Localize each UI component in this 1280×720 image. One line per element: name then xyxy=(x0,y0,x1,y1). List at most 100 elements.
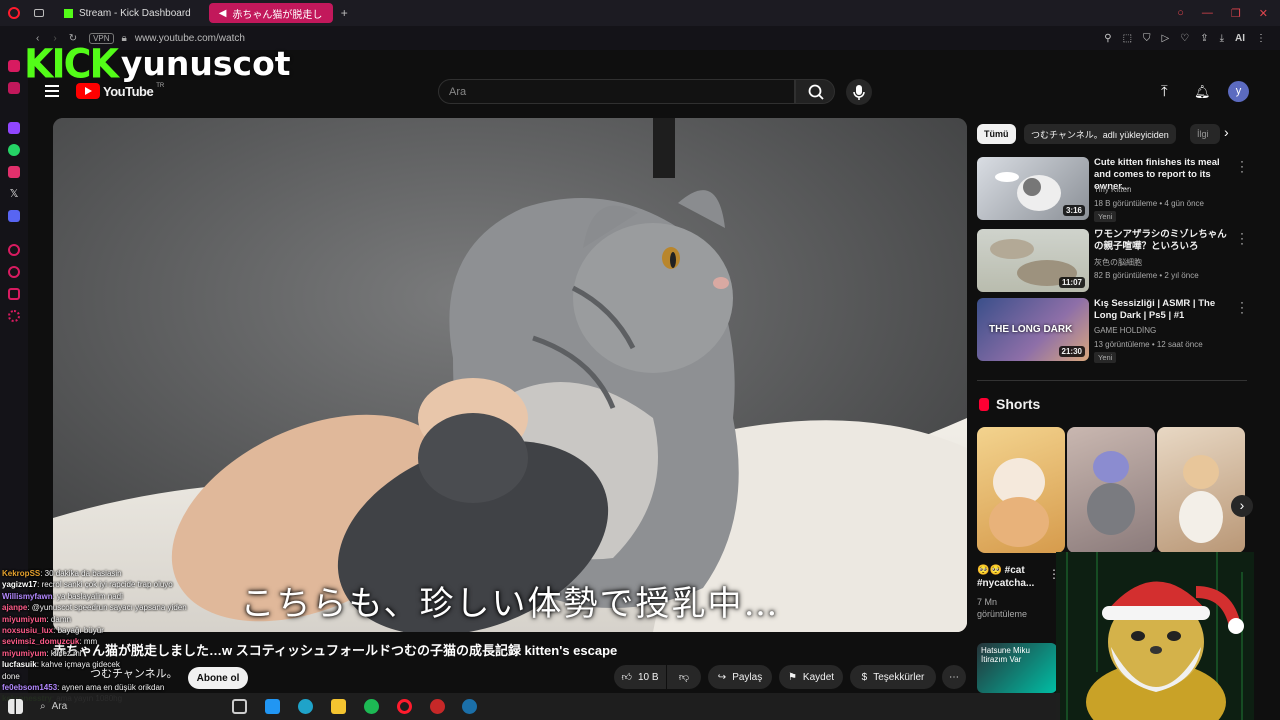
history-icon[interactable] xyxy=(8,266,20,278)
video-thumbnail[interactable]: 3:16 xyxy=(977,157,1089,220)
chat-username[interactable]: fe0ebsom1453 xyxy=(2,683,57,692)
snapshot-icon[interactable]: ⬚ xyxy=(1123,33,1132,44)
notifications-bell-icon[interactable]: 🔔︎ xyxy=(1194,84,1211,100)
discord-icon[interactable] xyxy=(8,210,20,222)
video-player[interactable]: こちらも、珍しい体勢で授乳中… xyxy=(53,118,967,632)
short-thumbnail[interactable] xyxy=(977,427,1065,553)
tab-youtube-video[interactable]: ◀ 赤ちゃん猫が脱走しました. xyxy=(208,3,333,23)
recommended-video[interactable]: 3:16 Cute kitten finishes its meal and c… xyxy=(977,155,1247,222)
more-options-icon[interactable]: · · · xyxy=(1237,155,1247,177)
kick-logo: KICK xyxy=(24,40,119,88)
chat-message: miyumiyum: kiicez mi xyxy=(2,648,242,659)
download-icon[interactable]: ⤓ xyxy=(1220,33,1224,44)
edge-icon[interactable] xyxy=(298,699,313,714)
chat-username[interactable]: miyumiyum xyxy=(2,649,46,658)
shorts-next-button[interactable]: › xyxy=(1231,495,1253,517)
steam-icon[interactable] xyxy=(462,699,477,714)
messenger-icon[interactable] xyxy=(8,82,20,94)
chat-text: done xyxy=(2,671,20,681)
chat-username[interactable]: miyumiyum xyxy=(2,615,46,624)
microphone-icon xyxy=(853,85,865,100)
taskbar-search[interactable]: ⌕ Ara xyxy=(40,697,170,716)
aria-ai-button[interactable]: AI xyxy=(1235,33,1245,44)
chat-text: : @yunuscot speedrun sayacı yapsana yide… xyxy=(27,603,187,613)
video-thumbnail[interactable]: THE LONG DARK 21:30 xyxy=(977,298,1089,361)
kick-overlay-logo: KICK yunuscot xyxy=(24,44,291,84)
aria-icon[interactable] xyxy=(8,60,20,72)
channel-name[interactable]: GAME HOLDİNG xyxy=(1094,326,1156,335)
recommended-video[interactable]: 11:07 ワモンアザラシのミゾレちゃんの親子喧嘩？といろいろ 灰色の脳細胞 8… xyxy=(977,227,1247,293)
close-icon[interactable]: ✕ xyxy=(1259,7,1268,20)
windows-taskbar: ⌕ Ara xyxy=(0,693,1060,720)
short-thumbnail[interactable] xyxy=(1067,427,1155,553)
pin-icon[interactable]: ⚲ xyxy=(1104,33,1111,44)
player-icon[interactable] xyxy=(8,244,20,256)
video-title[interactable]: Kış Sessizliği | ASMR | The Long Dark | … xyxy=(1094,298,1234,322)
settings-gear-icon[interactable] xyxy=(8,310,20,322)
more-actions-button[interactable]: ⋯ xyxy=(942,665,966,689)
new-tab-button[interactable]: + xyxy=(341,6,348,20)
chat-username[interactable]: noxsusiu_lux xyxy=(2,626,53,635)
like-button[interactable]: 👍︎ 10 B xyxy=(614,665,666,689)
chat-username[interactable]: KekropSS xyxy=(2,569,40,578)
share-icon[interactable]: ⇪ xyxy=(1200,33,1208,44)
channel-name[interactable]: 灰色の脳細胞 xyxy=(1094,257,1142,268)
extensions-icon[interactable] xyxy=(8,288,20,300)
chat-username[interactable]: Willismyfawn xyxy=(2,592,53,601)
chat-username[interactable]: sevimsiz_domuzcuk xyxy=(2,637,79,646)
file-explorer-icon[interactable] xyxy=(331,699,346,714)
more-options-icon[interactable]: · · · xyxy=(1237,296,1247,318)
heart-icon[interactable]: ♡ xyxy=(1180,33,1189,44)
chat-message: ajanpe: @yunuscot speedrun sayacı yapsan… xyxy=(2,602,242,613)
chip-related[interactable]: İlgi xyxy=(1190,124,1220,144)
kitten-short-image xyxy=(989,458,1049,547)
x-icon[interactable]: 𝕏 xyxy=(8,188,20,200)
obs-icon[interactable] xyxy=(430,699,445,714)
chat-username[interactable]: lucfasuik xyxy=(2,660,37,669)
recommended-video[interactable]: THE LONG DARK 21:30 Kış Sessizliği | ASM… xyxy=(977,296,1247,363)
flow-icon[interactable]: ▷ xyxy=(1162,33,1170,44)
search-button[interactable] xyxy=(795,79,835,104)
windows-start-icon[interactable] xyxy=(8,699,23,714)
dislike-button[interactable]: 👎︎ xyxy=(667,665,701,689)
workspace-icon[interactable] xyxy=(34,9,44,17)
more-options-icon[interactable]: · · · xyxy=(1237,227,1247,249)
task-view-icon[interactable] xyxy=(232,699,247,714)
share-button[interactable]: ↪ Paylaş xyxy=(708,665,772,689)
shield-icon[interactable]: ⛉ xyxy=(1143,33,1151,44)
spotify-icon[interactable] xyxy=(364,699,379,714)
url-text[interactable]: www.youtube.com/watch xyxy=(135,33,245,44)
upload-icon[interactable]: ⤒ xyxy=(1161,83,1168,100)
minimize-icon[interactable]: — xyxy=(1202,7,1213,20)
save-button[interactable]: ⚑ Kaydet xyxy=(779,665,843,689)
chip-from-channel[interactable]: つむチャンネル。adlı yükleyiciden xyxy=(1024,124,1176,144)
short-title[interactable]: 🥺🥺 #cat #nycatcha... xyxy=(977,564,1047,590)
video-title[interactable]: ワモンアザラシのミゾレちゃんの親子喧嘩？といろいろ xyxy=(1094,229,1234,253)
chat-username[interactable]: ajanpe xyxy=(2,603,27,612)
restore-icon[interactable]: ❐ xyxy=(1231,7,1241,20)
short-thumbnail[interactable] xyxy=(1157,427,1245,553)
account-avatar[interactable]: y xyxy=(1228,81,1249,102)
chat-message: Willismyfawn: ya baslayalim nadi xyxy=(2,591,242,602)
webcam-overlay xyxy=(1056,552,1254,720)
voice-search-button[interactable] xyxy=(846,79,872,105)
chips-next-arrow-icon[interactable]: › xyxy=(1224,124,1229,140)
search-input[interactable]: Ara xyxy=(438,79,795,104)
channel-name[interactable]: Tiny Kitten xyxy=(1094,185,1132,194)
chat-username[interactable]: yagizw17 xyxy=(2,580,37,589)
video-thumbnail[interactable]: 11:07 xyxy=(977,229,1089,292)
opera-logo-icon[interactable] xyxy=(8,7,20,19)
whatsapp-icon[interactable] xyxy=(8,144,20,156)
thanks-button[interactable]: $ Teşekkürler xyxy=(850,665,936,689)
menu-icon[interactable]: ⋮ xyxy=(1256,33,1266,44)
opera-icon[interactable] xyxy=(397,699,412,714)
widgets-icon[interactable] xyxy=(265,699,280,714)
tab-kick-dashboard[interactable]: Stream - Kick Dashboard xyxy=(54,3,201,23)
instagram-icon[interactable] xyxy=(8,166,20,178)
shorts-heading: Shorts xyxy=(979,396,1040,412)
twitch-icon[interactable] xyxy=(8,122,20,134)
santa-avatar-image xyxy=(1056,552,1254,720)
partial-video-thumbnail[interactable]: Hatsune Miku İtirazım Var xyxy=(977,643,1057,693)
search-tabs-icon[interactable]: ○ xyxy=(1177,7,1184,20)
chip-all[interactable]: Tümü xyxy=(977,124,1016,144)
